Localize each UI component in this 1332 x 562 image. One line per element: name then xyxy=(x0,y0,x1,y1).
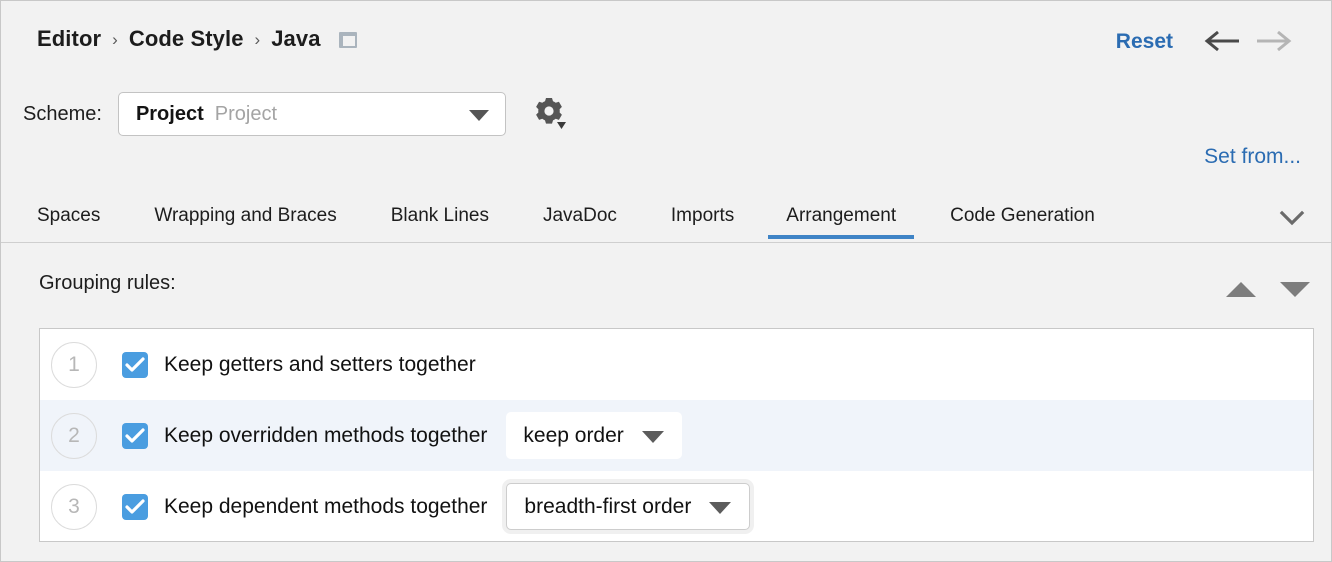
table-row[interactable]: 3 Keep dependent methods together breadth-… xyxy=(40,471,1313,541)
scheme-select[interactable]: Project Project xyxy=(117,92,506,136)
rule-order-select[interactable]: breadth-first order xyxy=(506,483,751,530)
rule-order-value: breadth-first order xyxy=(524,494,692,518)
grouping-rules-list: 1 Keep getters and setters together 2 Keep … xyxy=(39,328,1314,542)
breadcrumb-item-editor[interactable]: Editor xyxy=(37,26,101,52)
breadcrumb-separator: › xyxy=(254,30,261,49)
scheme-label: Scheme: xyxy=(23,102,102,125)
arrow-right-icon[interactable] xyxy=(1255,29,1295,53)
scheme-placeholder: Project xyxy=(214,102,277,125)
breadcrumb-item-java[interactable]: Java xyxy=(271,26,320,52)
chevron-down-icon xyxy=(468,110,489,121)
rule-order-badge: 2 xyxy=(51,412,97,459)
tab-bar: Spaces Wrapping and Braces Blank Lines Java… xyxy=(1,197,1331,243)
scheme-selected-value: Project xyxy=(135,102,204,125)
rule-label: Keep dependent methods together xyxy=(164,494,488,518)
triangle-down-icon[interactable] xyxy=(1280,282,1310,297)
chevron-down-icon xyxy=(709,501,732,514)
settings-panel: Editor › Code Style › Java Reset Scheme:… xyxy=(0,0,1332,562)
scheme-settings-button[interactable] xyxy=(532,94,566,134)
tab-overflow-button[interactable] xyxy=(1279,209,1305,227)
set-from-link[interactable]: Set from... xyxy=(1204,145,1301,169)
table-row[interactable]: 1 Keep getters and setters together xyxy=(40,329,1313,400)
rule-order-badge: 1 xyxy=(51,341,97,388)
rule-label: Keep getters and setters together xyxy=(164,352,476,376)
arrow-left-icon[interactable] xyxy=(1201,29,1241,53)
move-buttons xyxy=(1226,282,1310,297)
reset-button[interactable]: Reset xyxy=(1116,30,1173,54)
breadcrumb-item-code-style[interactable]: Code Style xyxy=(129,26,244,52)
chevron-down-icon xyxy=(641,430,664,443)
triangle-up-icon[interactable] xyxy=(1226,282,1256,297)
rule-order-select[interactable]: keep order xyxy=(506,412,682,459)
tab-javadoc[interactable]: JavaDoc xyxy=(543,197,617,239)
breadcrumb-separator: › xyxy=(112,30,118,49)
rule-checkbox[interactable] xyxy=(122,422,148,449)
rule-order-badge: 3 xyxy=(51,483,97,530)
rule-label: Keep overridden methods together xyxy=(164,423,488,447)
arrangement-panel: Grouping rules: 1 Keep getters and setter… xyxy=(1,244,1331,561)
rule-checkbox[interactable] xyxy=(122,493,148,520)
rule-checkbox[interactable] xyxy=(122,351,148,378)
tab-spaces[interactable]: Spaces xyxy=(37,197,100,239)
window-icon xyxy=(338,32,357,48)
table-row[interactable]: 2 Keep overridden methods together keep or… xyxy=(40,400,1313,471)
tab-arrangement[interactable]: Arrangement xyxy=(768,197,914,239)
tab-blank-lines[interactable]: Blank Lines xyxy=(391,197,489,239)
tab-divider xyxy=(1,242,1331,243)
scheme-row: Scheme: Project Project xyxy=(1,89,566,139)
tab-wrapping-and-braces[interactable]: Wrapping and Braces xyxy=(154,197,336,239)
rule-order-value: keep order xyxy=(523,423,624,447)
tab-code-generation[interactable]: Code Generation xyxy=(950,197,1095,239)
tab-imports[interactable]: Imports xyxy=(671,197,734,239)
grouping-rules-label: Grouping rules: xyxy=(39,272,176,294)
